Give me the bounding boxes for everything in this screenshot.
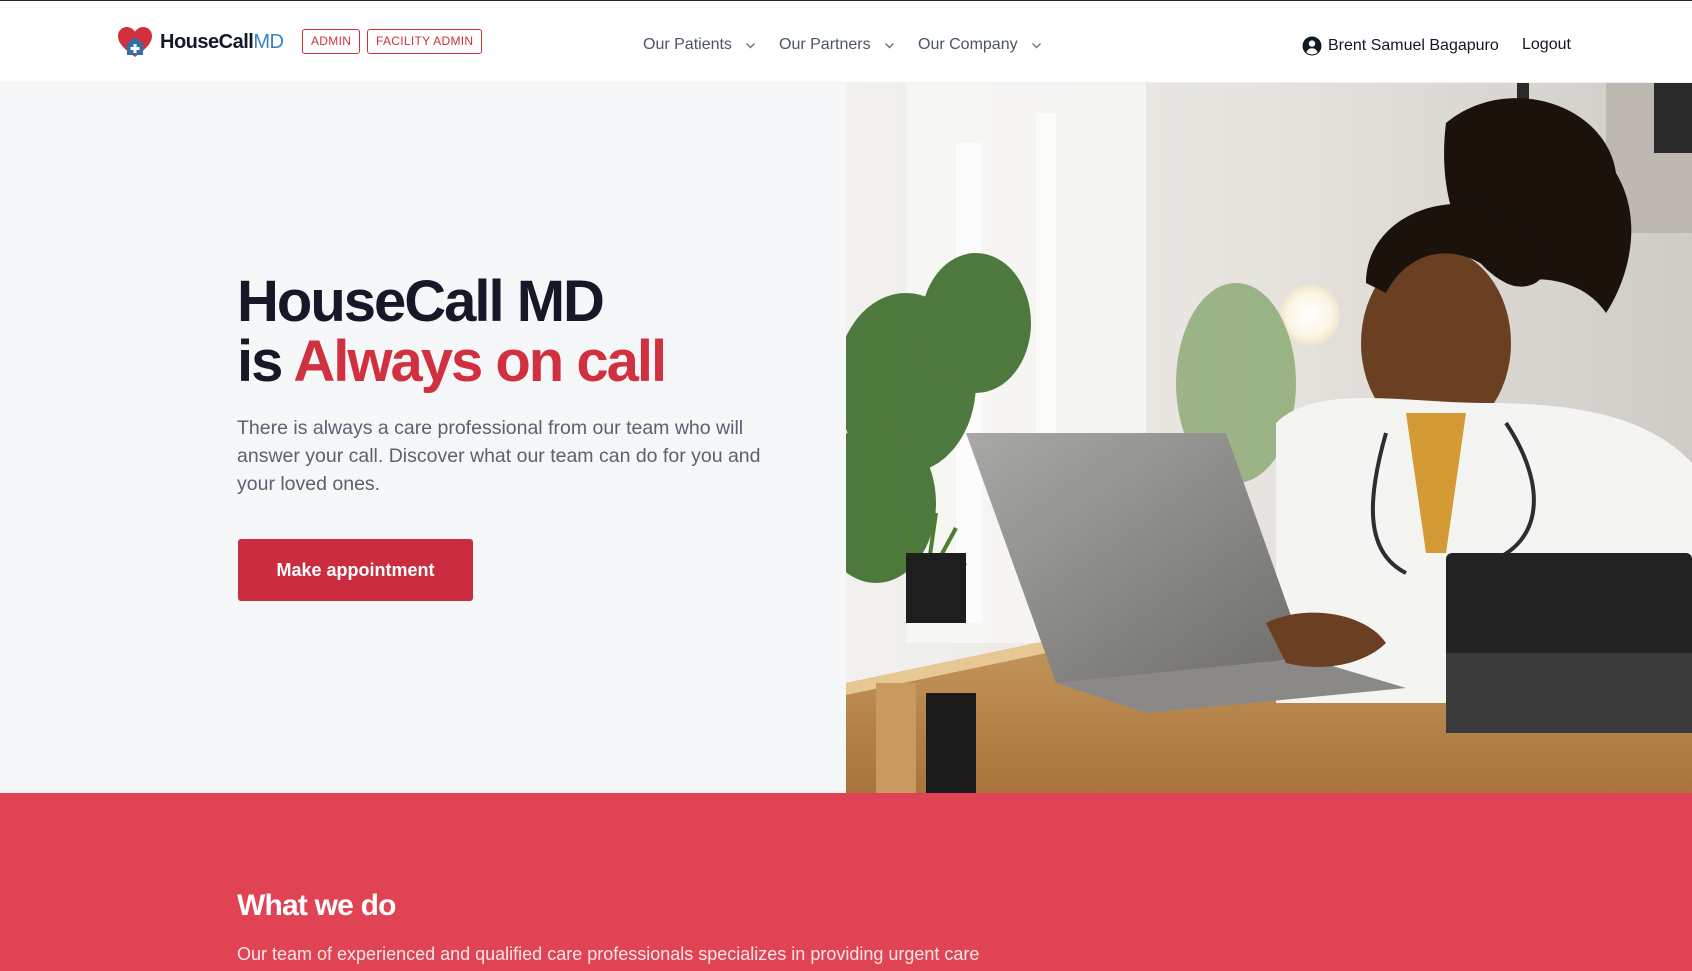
- chevron-down-icon: [884, 42, 894, 48]
- what-we-do-heading: What we do: [237, 889, 396, 922]
- top-navbar: HouseCallMD ADMIN FACILITY ADMIN Our Pat…: [0, 1, 1692, 83]
- hero-description: There is always a care professional from…: [237, 417, 761, 495]
- hero-headline: HouseCall MD is Always on call: [237, 269, 667, 394]
- brand-name-main: HouseCall: [160, 30, 254, 53]
- heart-house-icon: [118, 27, 152, 57]
- nav-our-company[interactable]: Our Company: [918, 36, 1042, 54]
- nav-our-patients[interactable]: Our Patients: [643, 36, 756, 54]
- chevron-down-icon: [745, 42, 755, 48]
- make-appointment-button[interactable]: Make appointment: [238, 539, 473, 601]
- facility-admin-badge: FACILITY ADMIN: [367, 29, 483, 54]
- nav-our-partners[interactable]: Our Partners: [779, 36, 895, 54]
- nav-our-patients-label: Our Patients: [643, 36, 732, 53]
- hero-photo: [846, 83, 1692, 793]
- hero-headline-accent: Always on call: [293, 329, 667, 394]
- hero-headline-line1: HouseCall MD: [237, 269, 605, 334]
- nav-our-company-label: Our Company: [918, 36, 1018, 53]
- admin-badge: ADMIN: [302, 29, 361, 54]
- nav-our-partners-label: Our Partners: [779, 36, 871, 53]
- brand-logo[interactable]: HouseCallMD: [116, 25, 284, 59]
- chevron-down-icon: [1031, 42, 1041, 48]
- user-circle-icon: [1302, 36, 1322, 56]
- user-menu[interactable]: Brent Samuel Bagapuro: [1302, 36, 1499, 56]
- what-we-do-section: What we do Our team of experienced and q…: [0, 793, 1692, 971]
- logout-link[interactable]: Logout: [1522, 36, 1571, 54]
- doctor-at-laptop-photo: [846, 83, 1692, 793]
- brand-name: HouseCallMD: [160, 30, 284, 54]
- brand-name-suffix: MD: [253, 30, 284, 53]
- user-name: Brent Samuel Bagapuro: [1328, 37, 1499, 54]
- hero-headline-is: is: [237, 329, 283, 394]
- what-we-do-text: Our team of experienced and qualified ca…: [237, 944, 980, 964]
